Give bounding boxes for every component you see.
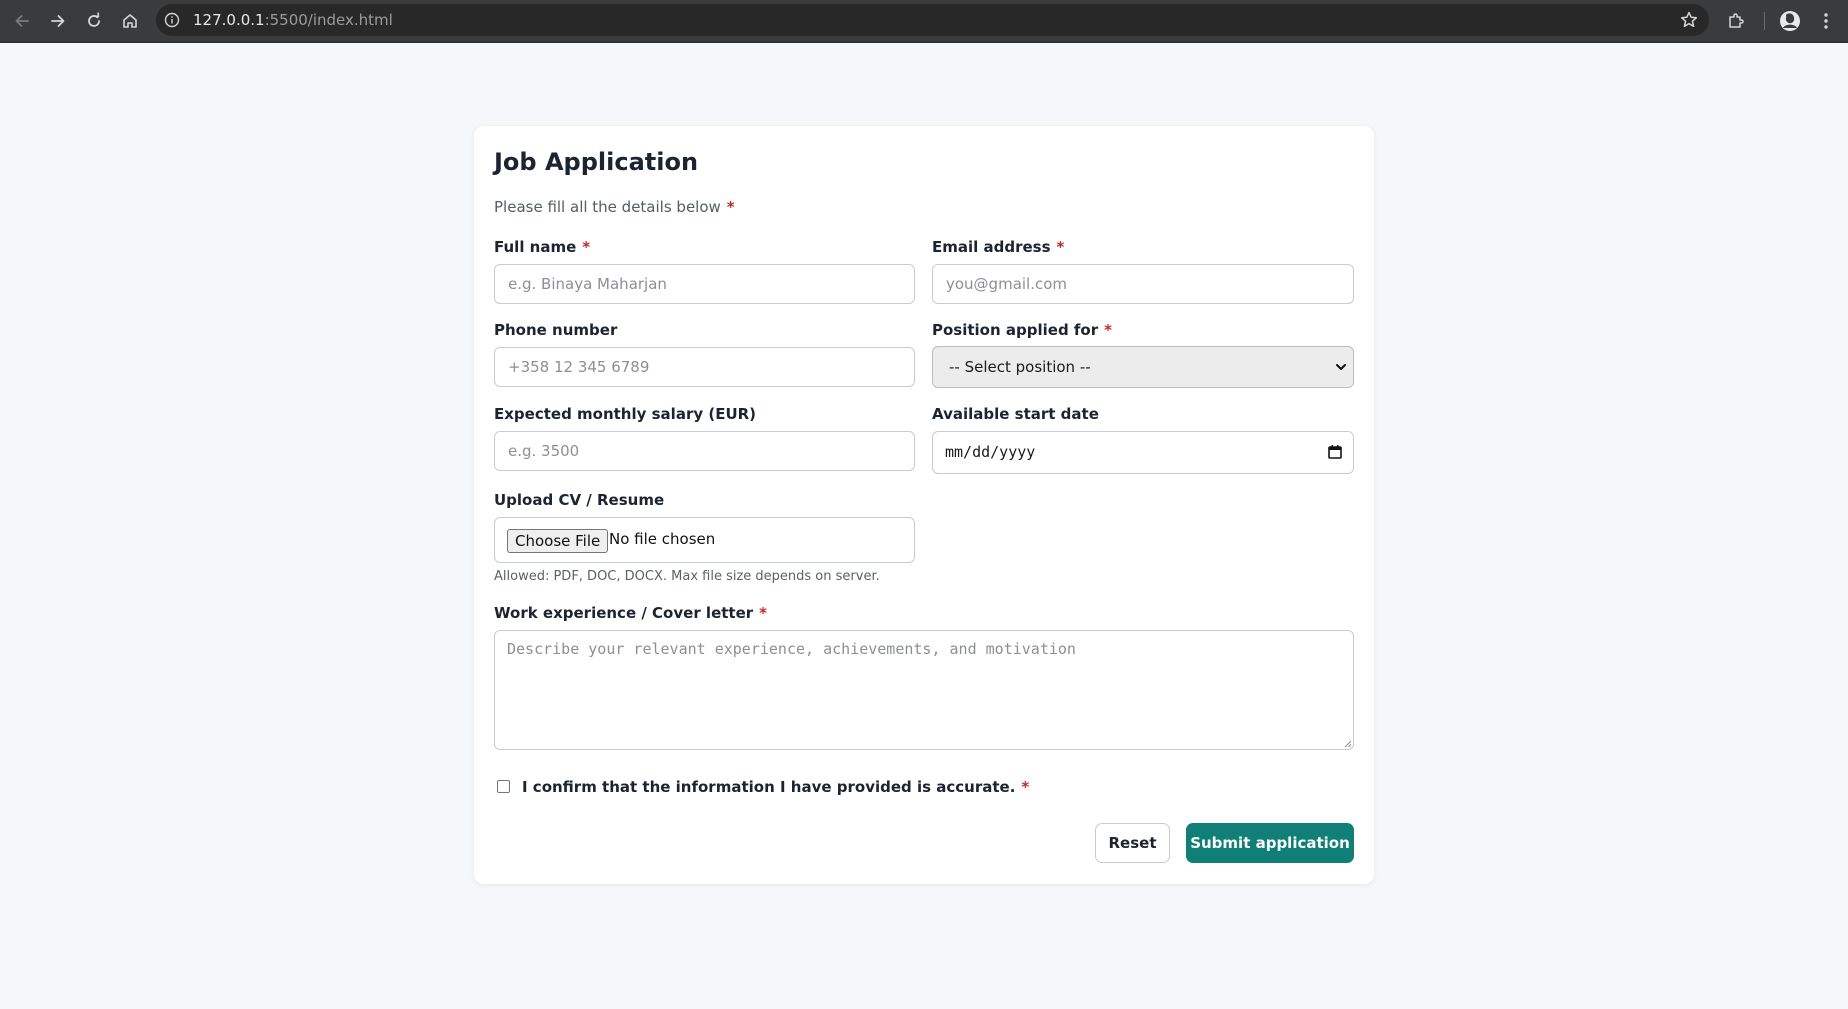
position-label: Position applied for * [932,321,1112,339]
forward-button[interactable] [44,7,72,35]
reload-icon [88,12,100,27]
required-marker: * [759,604,768,622]
salary-label: Expected monthly salary (EUR) [494,405,756,423]
phone-label-text: Phone number [494,321,618,339]
calendar-icon[interactable] [1327,444,1343,460]
start-date-label-text: Available start date [932,405,1099,423]
form-title: Job Application [494,148,699,176]
required-marker: * [1021,778,1030,796]
cv-label-text: Upload CV / Resume [494,491,665,509]
email-input[interactable] [932,264,1354,304]
cover-letter-label-text: Work experience / Cover letter [494,604,754,622]
kebab-menu-icon [1824,13,1828,29]
profile-button[interactable] [1776,7,1804,35]
full-name-input[interactable] [494,264,915,304]
cover-letter-textarea[interactable] [494,630,1354,750]
job-application-form: Job Application Please fill all the deta… [474,126,1374,884]
start-date-input[interactable]: mm/dd/yyyy [932,431,1354,474]
page-body: Job Application Please fill all the deta… [0,43,1848,884]
info-icon[interactable] [164,12,180,28]
choose-file-button[interactable]: Choose File [507,529,609,553]
home-icon [123,14,137,28]
cv-file-input[interactable]: Choose File No file chosen [494,517,915,563]
cover-letter-label: Work experience / Cover letter * [494,604,767,622]
required-marker: * [582,238,591,256]
back-button[interactable] [8,7,36,35]
start-date-label: Available start date [932,405,1099,423]
browser-toolbar: 127.0.0.1:5500/index.html [0,0,1848,43]
required-marker: * [1056,238,1065,256]
cv-label: Upload CV / Resume [494,491,664,509]
position-select[interactable]: -- Select position -- [932,346,1354,388]
star-icon[interactable] [1679,10,1699,30]
browser-menu-button[interactable] [1812,7,1840,35]
phone-input[interactable] [494,347,915,387]
resize-grip-icon[interactable] [1344,740,1352,748]
email-label-text: Email address [932,238,1051,256]
submit-application-button[interactable]: Submit application [1186,823,1354,863]
form-subtitle-text: Please fill all the details below [494,198,721,216]
position-select-value: -- Select position -- [949,358,1091,376]
email-label: Email address * [932,238,1064,256]
start-date-value: mm/dd/yyyy [945,443,1036,461]
home-button[interactable] [116,7,144,35]
position-label-text: Position applied for [932,321,1099,339]
reload-button[interactable] [80,7,108,35]
reset-button[interactable]: Reset [1095,823,1170,863]
address-bar[interactable]: 127.0.0.1:5500/index.html [156,4,1709,36]
required-marker: * [1104,321,1112,339]
full-name-label-text: Full name [494,238,577,256]
salary-input[interactable] [494,431,915,471]
url-host: 127.0.0.1 [193,11,265,29]
full-name-label: Full name * [494,238,590,256]
chevron-down-icon [1336,364,1346,370]
salary-label-text: Expected monthly salary (EUR) [494,405,757,423]
arrow-left-icon [15,15,29,27]
required-marker: * [726,198,735,216]
avatar-icon [1780,11,1800,31]
confirm-label[interactable]: I confirm that the information I have pr… [522,778,1029,796]
toolbar-divider [1764,12,1765,30]
arrow-right-icon [51,15,65,27]
puzzle-icon [1729,13,1744,28]
extensions-button[interactable] [1722,7,1750,35]
url-path: :5500/index.html [264,11,393,29]
form-subtitle: Please fill all the details below * [494,198,735,216]
confirm-checkbox[interactable] [497,780,510,793]
confirm-label-text: I confirm that the information I have pr… [522,778,1016,796]
file-status-text: No file chosen [609,530,716,548]
cv-file-hint: Allowed: PDF, DOC, DOCX. Max file size d… [494,569,880,584]
url-text[interactable]: 127.0.0.1:5500/index.html [193,11,393,29]
phone-label: Phone number [494,321,617,339]
